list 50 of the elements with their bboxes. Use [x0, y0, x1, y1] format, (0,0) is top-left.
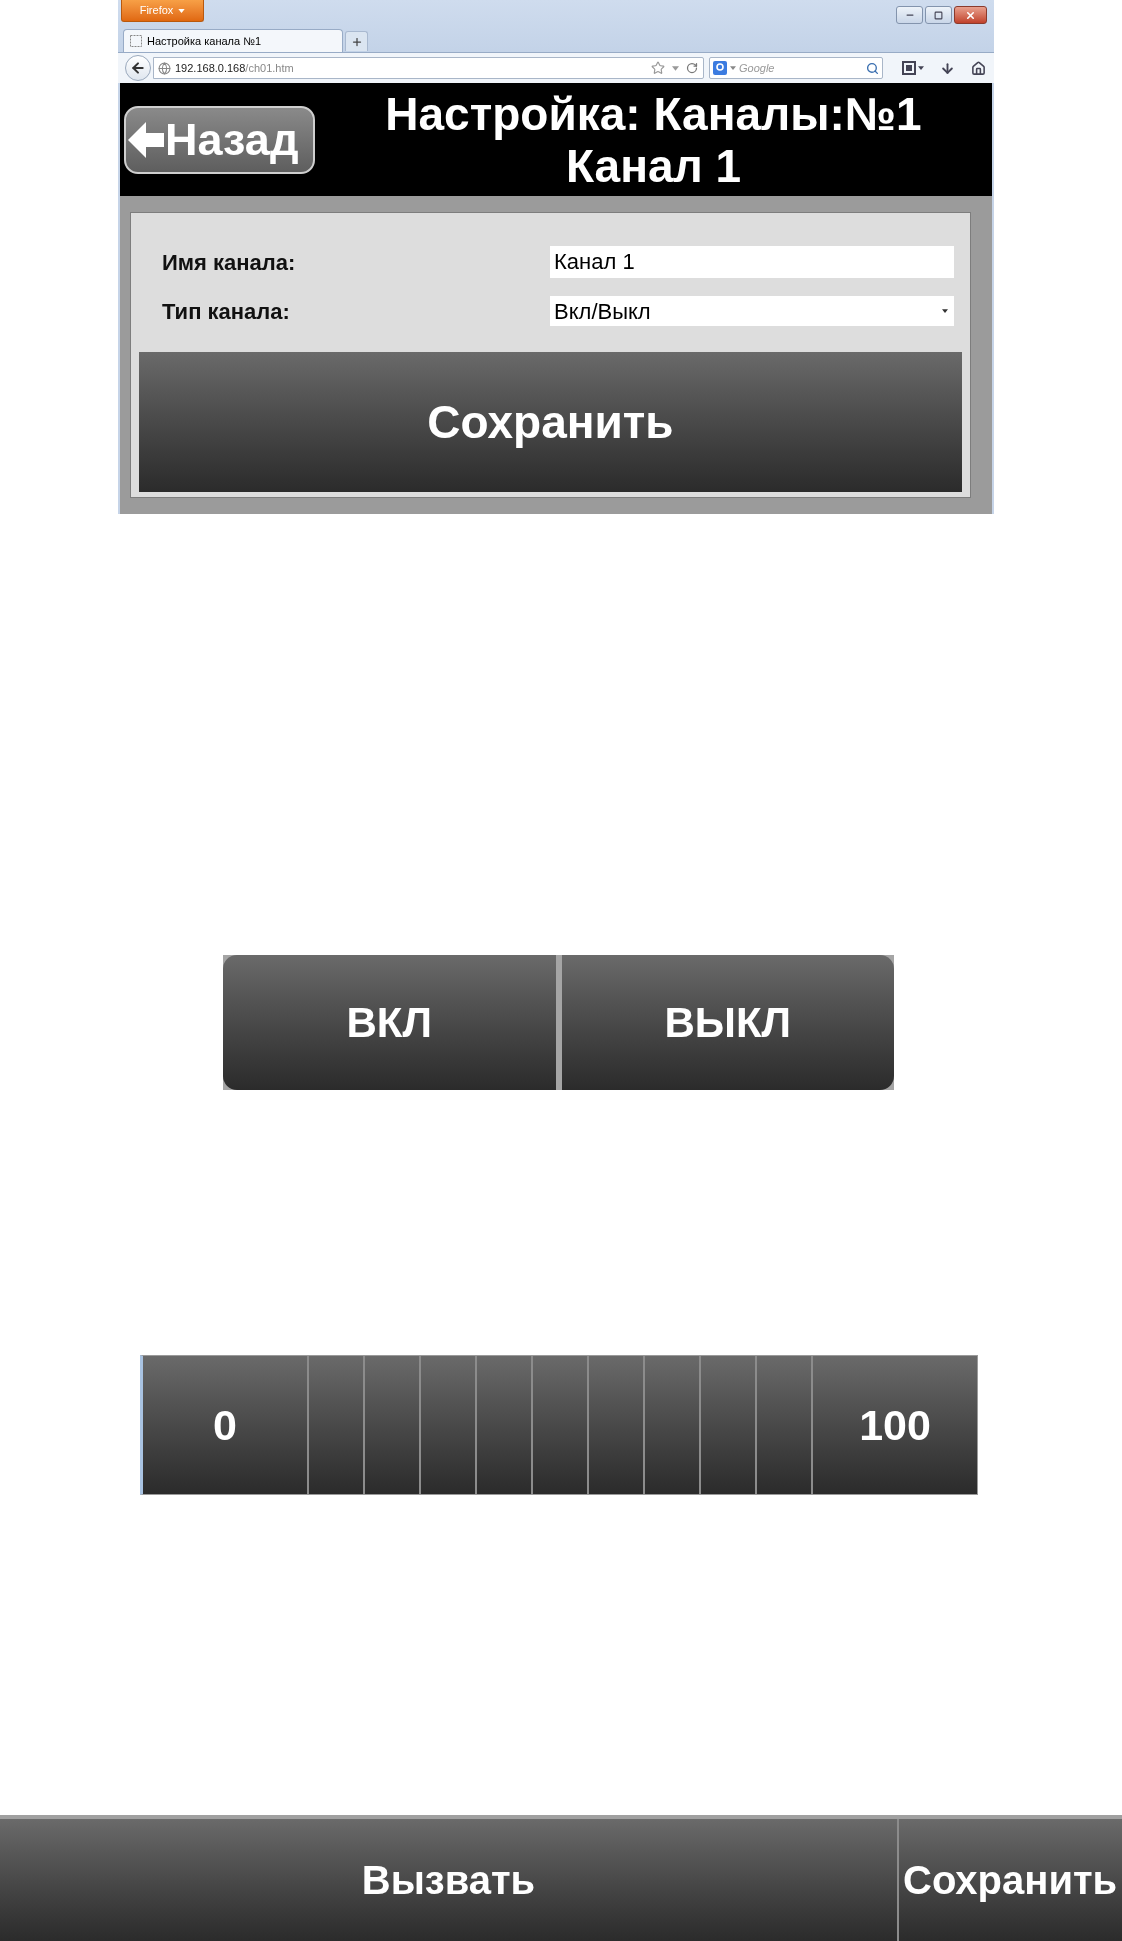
toggle-button[interactable]: ВКЛ — [223, 955, 556, 1090]
maximize-button[interactable] — [925, 6, 952, 24]
scale-segment[interactable] — [477, 1356, 531, 1494]
caret-icon — [730, 66, 736, 70]
save-button[interactable]: Сохранить — [139, 352, 962, 492]
caret-icon — [942, 309, 948, 313]
new-tab-button[interactable] — [345, 31, 368, 51]
page-title: Настройка: Каналы:№1 Канал 1 — [384, 87, 923, 192]
address-field[interactable]: 192.168.0.168/ch01.htm — [153, 57, 704, 79]
scale-segment[interactable] — [757, 1356, 811, 1494]
url-text: 192.168.0.168/ch01.htm — [175, 60, 295, 76]
square-icon[interactable] — [902, 61, 916, 75]
bottom-bar-button[interactable]: Вызвать — [0, 1819, 897, 1941]
star-icon[interactable] — [651, 61, 665, 75]
scale-segment[interactable] — [701, 1356, 755, 1494]
field-label: Тип канала: — [161, 297, 291, 326]
browser-tab[interactable]: Настройка канала №1 — [123, 29, 343, 52]
tab-title: Настройка канала №1 — [147, 33, 262, 49]
caret-icon — [918, 66, 924, 70]
maximize-icon — [934, 10, 943, 20]
scale-segment[interactable] — [645, 1356, 699, 1494]
scale-cell[interactable]: 100 — [813, 1356, 977, 1494]
scale-cell[interactable]: 0 — [143, 1356, 307, 1494]
globe-icon — [158, 61, 171, 75]
bottom-bar-button[interactable]: Сохранить — [899, 1819, 1122, 1941]
channel-name-input[interactable]: Канал 1 — [550, 246, 954, 278]
close-button[interactable] — [954, 6, 987, 24]
plus-icon — [350, 35, 363, 48]
search-placeholder: Google — [739, 60, 776, 76]
download-icon[interactable] — [940, 60, 955, 76]
minimize-button[interactable] — [896, 6, 923, 24]
scale-segment[interactable] — [365, 1356, 419, 1494]
back-button[interactable] — [125, 55, 151, 81]
scale-segment[interactable] — [533, 1356, 587, 1494]
left-arrow-icon — [128, 121, 164, 158]
caret-icon — [672, 65, 679, 71]
scale-segment[interactable] — [421, 1356, 475, 1494]
search-icon[interactable] — [866, 61, 879, 75]
field-label: Имя канала: — [161, 248, 297, 277]
close-icon — [965, 9, 976, 21]
scale-segment[interactable] — [309, 1356, 363, 1494]
search-engine-icon — [713, 61, 727, 75]
toggle-button[interactable]: ВЫКЛ — [561, 955, 894, 1090]
back-button[interactable]: Назад — [124, 105, 315, 174]
scale-segment[interactable] — [589, 1356, 643, 1494]
channel-type-select[interactable]: Вкл/Выкл — [550, 296, 954, 326]
reload-icon[interactable] — [686, 62, 698, 74]
page-icon — [130, 35, 142, 47]
caret-icon — [178, 8, 186, 13]
home-icon[interactable] — [971, 60, 986, 76]
